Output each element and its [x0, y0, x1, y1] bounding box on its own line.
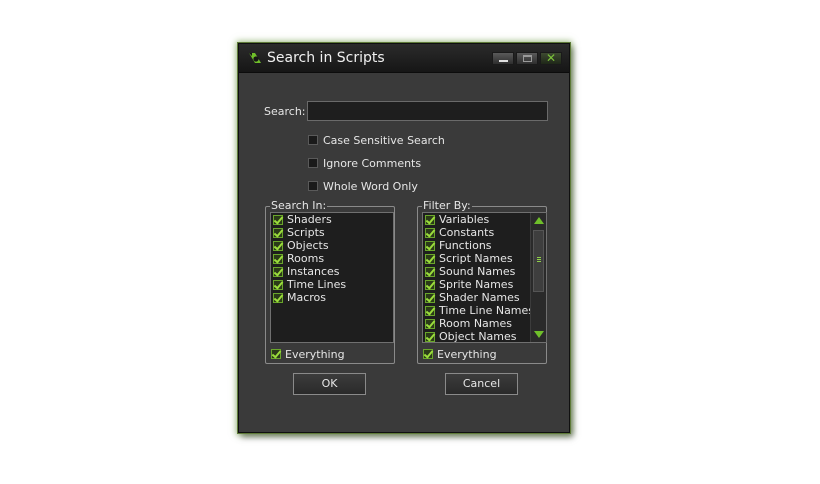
checked-checkbox[interactable] [273, 214, 283, 225]
filter-by-legend: Filter By: [422, 199, 472, 213]
filter-by-item[interactable]: Constants [423, 226, 546, 239]
filter-by-item[interactable]: Script Names [423, 252, 546, 265]
scroll-up-arrow-icon[interactable] [534, 217, 544, 224]
checked-checkbox[interactable] [425, 279, 435, 290]
filter-by-item[interactable]: Room Names [423, 317, 546, 330]
checked-checkbox[interactable] [425, 240, 435, 251]
checked-checkbox[interactable] [273, 253, 283, 264]
filter-by-item[interactable]: Shader Names [423, 291, 546, 304]
list-item-label: Objects [287, 239, 329, 252]
list-item-label: Shaders [287, 213, 332, 226]
filter-by-item[interactable]: Time Line Names [423, 304, 546, 317]
list-item-label: Functions [439, 239, 492, 252]
filter-by-item[interactable]: Object Names [423, 330, 546, 343]
search-in-item[interactable]: Scripts [271, 226, 393, 239]
search-in-list[interactable]: Shaders Scripts Objects Rooms Instances … [270, 212, 394, 343]
everything-checkbox[interactable] [271, 349, 281, 359]
search-in-item[interactable]: Rooms [271, 252, 393, 265]
search-in-item[interactable]: Macros [271, 291, 393, 304]
case-sensitive-checkbox[interactable] [308, 135, 318, 145]
window-title: Search in Scripts [267, 50, 385, 66]
search-in-item[interactable]: Shaders [271, 213, 393, 226]
checked-checkbox[interactable] [425, 227, 435, 238]
list-item-label: Constants [439, 226, 495, 239]
whole-word-label: Whole Word Only [323, 179, 418, 193]
search-in-item[interactable]: Objects [271, 239, 393, 252]
case-sensitive-option[interactable]: Case Sensitive Search [308, 133, 445, 147]
checked-checkbox[interactable] [273, 266, 283, 277]
search-in-item[interactable]: Instances [271, 265, 393, 278]
list-item-label: Time Lines [287, 278, 347, 291]
everything-checkbox[interactable] [423, 349, 433, 359]
grip-icon [537, 257, 541, 258]
list-item-label: Time Line Names [439, 304, 535, 317]
checked-checkbox[interactable] [273, 279, 283, 290]
search-in-item[interactable]: Time Lines [271, 278, 393, 291]
search-in-everything[interactable]: Everything [271, 347, 345, 361]
minimize-icon [499, 60, 508, 62]
filter-by-group: Filter By: Variables Constants Functions… [417, 199, 547, 364]
checked-checkbox[interactable] [273, 240, 283, 251]
search-in-scripts-dialog: Search in Scripts ✕ Search: Case Sensiti… [238, 43, 570, 433]
filter-by-item[interactable]: Functions [423, 239, 546, 252]
gamemaker-logo-icon [249, 53, 261, 63]
ignore-comments-option[interactable]: Ignore Comments [308, 156, 421, 170]
checked-checkbox[interactable] [425, 331, 435, 342]
filter-by-scrollbar[interactable] [530, 213, 546, 342]
list-item-label: Object Names [439, 330, 517, 343]
list-item-label: Instances [287, 265, 340, 278]
ignore-comments-checkbox[interactable] [308, 158, 318, 168]
checked-checkbox[interactable] [425, 214, 435, 225]
maximize-icon [523, 55, 532, 62]
checked-checkbox[interactable] [425, 292, 435, 303]
checked-checkbox[interactable] [273, 292, 283, 303]
scroll-down-arrow-icon[interactable] [534, 331, 544, 338]
search-input[interactable] [307, 101, 548, 121]
checked-checkbox[interactable] [425, 253, 435, 264]
ok-button[interactable]: OK [293, 373, 366, 395]
scroll-thumb[interactable] [533, 230, 544, 292]
filter-by-everything[interactable]: Everything [423, 347, 497, 361]
list-item-label: Room Names [439, 317, 513, 330]
close-button[interactable]: ✕ [540, 52, 562, 65]
maximize-button[interactable] [516, 52, 538, 65]
whole-word-option[interactable]: Whole Word Only [308, 179, 418, 193]
filter-by-item[interactable]: Variables [423, 213, 546, 226]
whole-word-checkbox[interactable] [308, 181, 318, 191]
list-item-label: Macros [287, 291, 327, 304]
list-item-label: Variables [439, 213, 490, 226]
everything-label: Everything [285, 347, 345, 361]
minimize-button[interactable] [492, 52, 514, 65]
checked-checkbox[interactable] [425, 305, 435, 316]
list-item-label: Sound Names [439, 265, 516, 278]
checked-checkbox[interactable] [425, 318, 435, 329]
checked-checkbox[interactable] [273, 227, 283, 238]
filter-by-list[interactable]: Variables Constants Functions Script Nam… [422, 212, 547, 343]
search-in-legend: Search In: [270, 199, 328, 213]
list-item-label: Rooms [287, 252, 325, 265]
case-sensitive-label: Case Sensitive Search [323, 133, 445, 147]
title-bar[interactable]: Search in Scripts ✕ [239, 44, 569, 73]
everything-label: Everything [437, 347, 497, 361]
filter-by-item[interactable]: Sprite Names [423, 278, 546, 291]
close-icon: ✕ [546, 51, 557, 65]
search-in-group: Search In: Shaders Scripts Objects Rooms… [265, 199, 395, 364]
list-item-label: Sprite Names [439, 278, 514, 291]
filter-by-item[interactable]: Sound Names [423, 265, 546, 278]
list-item-label: Script Names [439, 252, 513, 265]
checked-checkbox[interactable] [425, 266, 435, 277]
search-label: Search: [264, 105, 306, 118]
ignore-comments-label: Ignore Comments [323, 156, 422, 170]
list-item-label: Shader Names [439, 291, 520, 304]
list-item-label: Scripts [287, 226, 325, 239]
window-controls: ✕ [492, 52, 562, 66]
cancel-button[interactable]: Cancel [445, 373, 518, 395]
